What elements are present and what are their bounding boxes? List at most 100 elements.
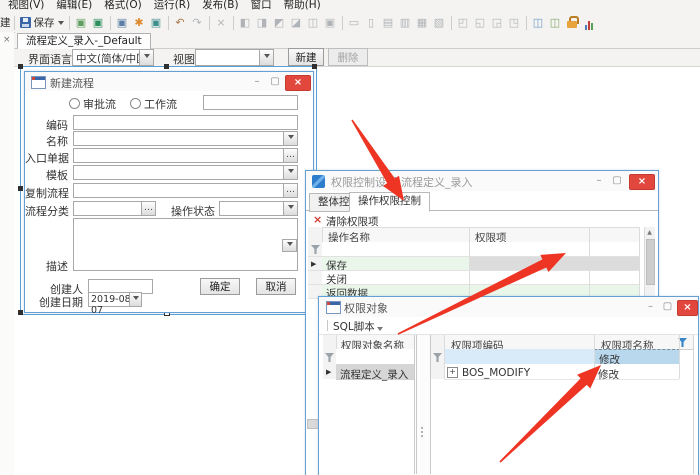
filter-cell-permission-name[interactable]: 修改 (594, 349, 680, 365)
minimize-button[interactable]: – (643, 300, 658, 313)
grid-splitter[interactable] (416, 335, 431, 474)
center-horizontal-icon[interactable]: ◫ (306, 15, 321, 30)
language-select[interactable]: 中文(简体/中国) (72, 49, 154, 66)
selection-handle-bottom-left[interactable] (18, 310, 23, 315)
lock-icon[interactable] (565, 15, 580, 30)
build-tool-icon[interactable]: ✱ (132, 15, 147, 30)
maximize-button[interactable]: ▢ (609, 174, 625, 187)
entry-bill-input[interactable] (73, 148, 285, 163)
sql-script-dropdown[interactable]: SQL脚本 (333, 319, 375, 334)
description-scroll-button[interactable] (282, 239, 297, 252)
radio-approval-label[interactable]: 审批流 (83, 96, 116, 112)
table-row-bos-modify[interactable]: + BOS_MODIFY 修改 (444, 364, 679, 380)
selection-handle-top-right[interactable] (312, 64, 317, 69)
view-select[interactable] (195, 49, 274, 66)
center-vertical-icon[interactable]: ▣ (323, 15, 338, 30)
space-vertical-icon[interactable]: ▦ (415, 15, 430, 30)
dialog-titlebar[interactable]: 权限控制设置-流程定义_录入 – ▢ × (306, 171, 658, 191)
form-template-icon[interactable]: ▣ (115, 15, 130, 30)
code-input[interactable] (73, 115, 298, 130)
flow-category-browse-button[interactable]: … (141, 201, 156, 216)
menu-help[interactable]: 帮助(H) (278, 0, 327, 12)
menu-window[interactable]: 窗口 (245, 0, 278, 12)
create-date-caret[interactable] (129, 293, 141, 306)
description-textarea[interactable] (73, 218, 298, 271)
same-height-icon[interactable]: ▯ (364, 15, 379, 30)
name-caret[interactable] (283, 132, 297, 145)
undo-icon[interactable]: ↶ (173, 15, 188, 30)
tab-operation-permission[interactable]: 操作权限控制 (349, 192, 430, 212)
align-left-icon[interactable]: ◧ (238, 15, 253, 30)
align-right-icon[interactable]: ◨ (255, 15, 270, 30)
same-width-icon[interactable]: ▭ (347, 15, 362, 30)
same-size-icon[interactable]: ▤ (381, 15, 396, 30)
report-chart-icon[interactable] (582, 15, 597, 30)
selection-handle-top-left[interactable] (18, 64, 23, 69)
expand-icon[interactable]: + (447, 367, 458, 378)
window-arrange-icon[interactable]: ◳ (507, 15, 522, 30)
new-process-button[interactable]: 新建 (288, 48, 324, 66)
name-select[interactable] (73, 131, 298, 146)
close-button[interactable]: × (629, 174, 655, 190)
grid-filter-row[interactable] (322, 242, 639, 256)
panel-close-icon[interactable]: × (3, 36, 11, 45)
redo-icon[interactable]: ↷ (190, 15, 205, 30)
table-row-save-name[interactable]: 保存 (322, 256, 469, 270)
link-control-icon[interactable]: ◫ (531, 15, 546, 30)
scroll-up-icon[interactable]: ▲ (645, 229, 654, 236)
copy-flow-browse-button[interactable]: … (283, 183, 298, 198)
op-status-caret[interactable] (283, 202, 297, 215)
tab-process-definition[interactable]: 流程定义_录入-_Default (17, 33, 151, 49)
menu-view[interactable]: 视图(V) (2, 0, 50, 12)
snap-grid-icon[interactable]: ▧ (432, 15, 447, 30)
grid-filter-row[interactable]: 修改 (444, 349, 679, 365)
dialog-titlebar[interactable]: 权限对象 – ▢ × (319, 297, 698, 317)
save-dropdown-icon[interactable] (58, 21, 64, 28)
table-row-save-perm[interactable] (469, 256, 639, 270)
menu-format[interactable]: 格式(O) (98, 0, 147, 12)
cancel-button[interactable]: 取消 (256, 278, 296, 295)
radio-workflow-label[interactable]: 工作流 (144, 96, 177, 112)
minimize-button[interactable]: – (591, 174, 607, 187)
window-cascade-icon[interactable]: ◰ (456, 15, 471, 30)
create-date-select[interactable]: 2019-08-07 (88, 292, 142, 307)
maximize-button[interactable]: ▢ (267, 75, 283, 88)
export-form-icon[interactable]: ▣ (149, 15, 164, 30)
minimize-button[interactable]: – (249, 75, 265, 88)
selection-handle-top-middle[interactable] (164, 64, 169, 69)
template-caret[interactable] (283, 166, 297, 179)
validate-form-icon[interactable]: ▣ (91, 15, 106, 30)
op-status-select[interactable] (219, 201, 298, 216)
menu-edit[interactable]: 编辑(E) (50, 0, 98, 12)
maximize-button[interactable]: ▢ (660, 300, 675, 313)
table-row-close[interactable]: 关闭 (322, 270, 639, 284)
template-select[interactable] (73, 165, 298, 180)
close-button[interactable]: × (285, 75, 311, 91)
new-button-clipped[interactable]: 建 (0, 15, 11, 30)
grid-filter-row[interactable] (336, 349, 414, 365)
save-button[interactable]: 保存 (18, 15, 66, 30)
flow-number-input[interactable] (203, 95, 298, 110)
copy-flow-input[interactable] (73, 183, 285, 198)
view-caret[interactable] (259, 50, 273, 65)
dialog-titlebar[interactable]: 新建流程 – ▢ × (25, 72, 313, 91)
window-tile-h-icon[interactable]: ◱ (473, 15, 488, 30)
menu-publish[interactable]: 发布(B) (196, 0, 244, 12)
open-designer-icon[interactable]: ▣ (74, 15, 89, 30)
window-tile-v-icon[interactable]: ◲ (490, 15, 505, 30)
radio-approval-flow[interactable] (69, 98, 80, 109)
ok-button[interactable]: 确定 (200, 278, 240, 295)
clear-permission-icon[interactable]: × (313, 213, 322, 226)
scrollbar-thumb[interactable] (646, 239, 655, 285)
delete-icon[interactable]: × (214, 15, 229, 30)
entry-bill-browse-button[interactable]: … (283, 148, 298, 163)
sql-script-caret[interactable] (377, 327, 383, 334)
table-row-object[interactable]: 流程定义_录入 (336, 364, 414, 380)
align-bottom-icon[interactable]: ◪ (289, 15, 304, 30)
space-horizontal-icon[interactable]: ▥ (398, 15, 413, 30)
menu-run[interactable]: 运行(R) (148, 0, 197, 12)
close-button[interactable]: × (677, 300, 698, 316)
delete-process-button[interactable]: 删除 (328, 48, 368, 66)
language-caret[interactable] (139, 50, 153, 65)
flow-category-input[interactable] (73, 201, 143, 216)
